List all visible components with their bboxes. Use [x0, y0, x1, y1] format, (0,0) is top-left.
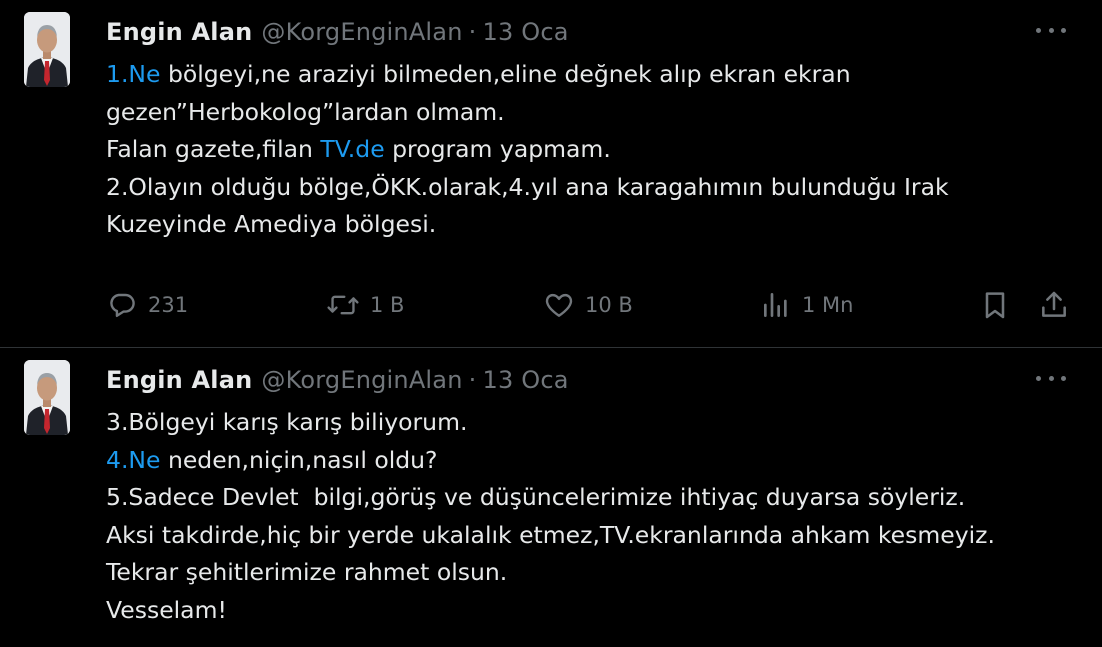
- bookmark-button[interactable]: [980, 287, 1010, 323]
- retweet-button[interactable]: 1 B: [326, 287, 404, 323]
- tweet-line: 4.Ne neden,niçin,nasıl oldu?: [106, 442, 1066, 480]
- tweet-date[interactable]: 13 Oca: [482, 18, 568, 46]
- text-segment: program yapmam.: [384, 135, 611, 163]
- header-separator: ·: [468, 366, 477, 394]
- like-button[interactable]: 10 B: [543, 287, 633, 323]
- avatar[interactable]: [24, 360, 70, 435]
- text-segment: Aksi takdirde,hiç bir yerde ukalalık etm…: [106, 520, 995, 549]
- url-link[interactable]: TV.de: [320, 135, 384, 163]
- views-button[interactable]: 1 Mn: [760, 287, 853, 323]
- retweet-count: 1 B: [370, 293, 405, 317]
- author-handle[interactable]: @KorgEnginAlan: [261, 366, 462, 394]
- heart-icon: [545, 293, 573, 317]
- text-segment: 3.Bölgeyi karış karış biliyorum.: [106, 408, 468, 436]
- tweet-header: Engin Alan @KorgEnginAlan · 13 Oca: [106, 16, 569, 48]
- tweet-line: gezen”Herbokolog”lardan olmam.: [106, 94, 1066, 132]
- text-segment: neden,niçin,nasıl oldu?: [160, 445, 438, 474]
- avatar[interactable]: [24, 12, 70, 87]
- tweet-line: 1.Ne bölgeyi,ne araziyi bilmeden,eline d…: [106, 56, 1066, 94]
- tweet-line: Tekrar şehitlerimize rahmet olsun.: [106, 554, 1066, 592]
- text-segment: gezen”Herbokolog”lardan olmam.: [106, 97, 505, 126]
- reply-count: 231: [148, 293, 189, 317]
- more-dots-icon[interactable]: [1036, 20, 1066, 40]
- tweet-line: Kuzeyinde Amediya bölgesi.: [106, 206, 1066, 244]
- reply-icon: [110, 293, 135, 317]
- tweet-2[interactable]: Engin Alan @KorgEnginAlan · 13 Oca 3.Böl…: [0, 348, 1102, 647]
- tweet-line: 5.Sadece Devlet bilgi,görüş ve düşüncele…: [106, 479, 1066, 517]
- text-segment: Falan gazete,filan: [106, 135, 321, 163]
- tweet-actions: 231 1 B 10 B 1 Mn: [106, 287, 1072, 323]
- views-count: 1 Mn: [802, 293, 854, 317]
- author-handle[interactable]: @KorgEnginAlan: [261, 18, 462, 46]
- hashtag-link[interactable]: 4.Ne: [106, 446, 160, 474]
- tweet-line: Falan gazete,filan TV.de program yapmam.: [106, 131, 1066, 169]
- more-dots-icon[interactable]: [1036, 368, 1066, 388]
- text-segment: Tekrar şehitlerimize rahmet olsun.: [106, 558, 508, 586]
- tweet-1[interactable]: Engin Alan @KorgEnginAlan · 13 Oca 1.Ne …: [0, 0, 1102, 347]
- author-name[interactable]: Engin Alan: [106, 18, 252, 46]
- hashtag-link[interactable]: 1.Ne: [106, 60, 160, 88]
- share-icon: [1042, 291, 1066, 317]
- bookmark-icon: [985, 292, 1005, 319]
- tweet-line: 3.Bölgeyi karış karış biliyorum.: [106, 404, 1066, 442]
- text-segment: bölgeyi,ne araziyi bilmeden,eline değnek…: [160, 60, 851, 88]
- tweet-text: 1.Ne bölgeyi,ne araziyi bilmeden,eline d…: [106, 56, 1066, 244]
- text-segment: Kuzeyinde Amediya bölgesi.: [106, 210, 437, 238]
- text-segment: Vesselam!: [106, 595, 227, 624]
- share-button[interactable]: [1038, 287, 1070, 323]
- views-icon: [764, 293, 787, 317]
- reply-button[interactable]: 231: [106, 287, 188, 323]
- tweet-line: Aksi takdirde,hiç bir yerde ukalalık etm…: [106, 517, 1066, 555]
- tweet-header: Engin Alan @KorgEnginAlan · 13 Oca: [106, 364, 569, 396]
- tweet-line: 2.Olayın olduğu bölge,ÖKK.olarak,4.yıl a…: [106, 169, 1066, 207]
- avatar-photo: [24, 360, 70, 435]
- text-segment: 5.Sadece Devlet bilgi,görüş ve düşüncele…: [106, 483, 966, 511]
- text-segment: 2.Olayın olduğu bölge,ÖKK.olarak,4.yıl a…: [106, 172, 949, 201]
- avatar-photo: [24, 12, 70, 87]
- retweet-icon: [327, 295, 359, 315]
- tweet-date[interactable]: 13 Oca: [482, 366, 568, 394]
- author-name[interactable]: Engin Alan: [106, 366, 252, 394]
- tweet-text: 3.Bölgeyi karış karış biliyorum. 4.Ne ne…: [106, 404, 1066, 629]
- tweet-line: Vesselam!: [106, 592, 1066, 630]
- like-count: 10 B: [585, 293, 633, 317]
- header-separator: ·: [468, 18, 477, 46]
